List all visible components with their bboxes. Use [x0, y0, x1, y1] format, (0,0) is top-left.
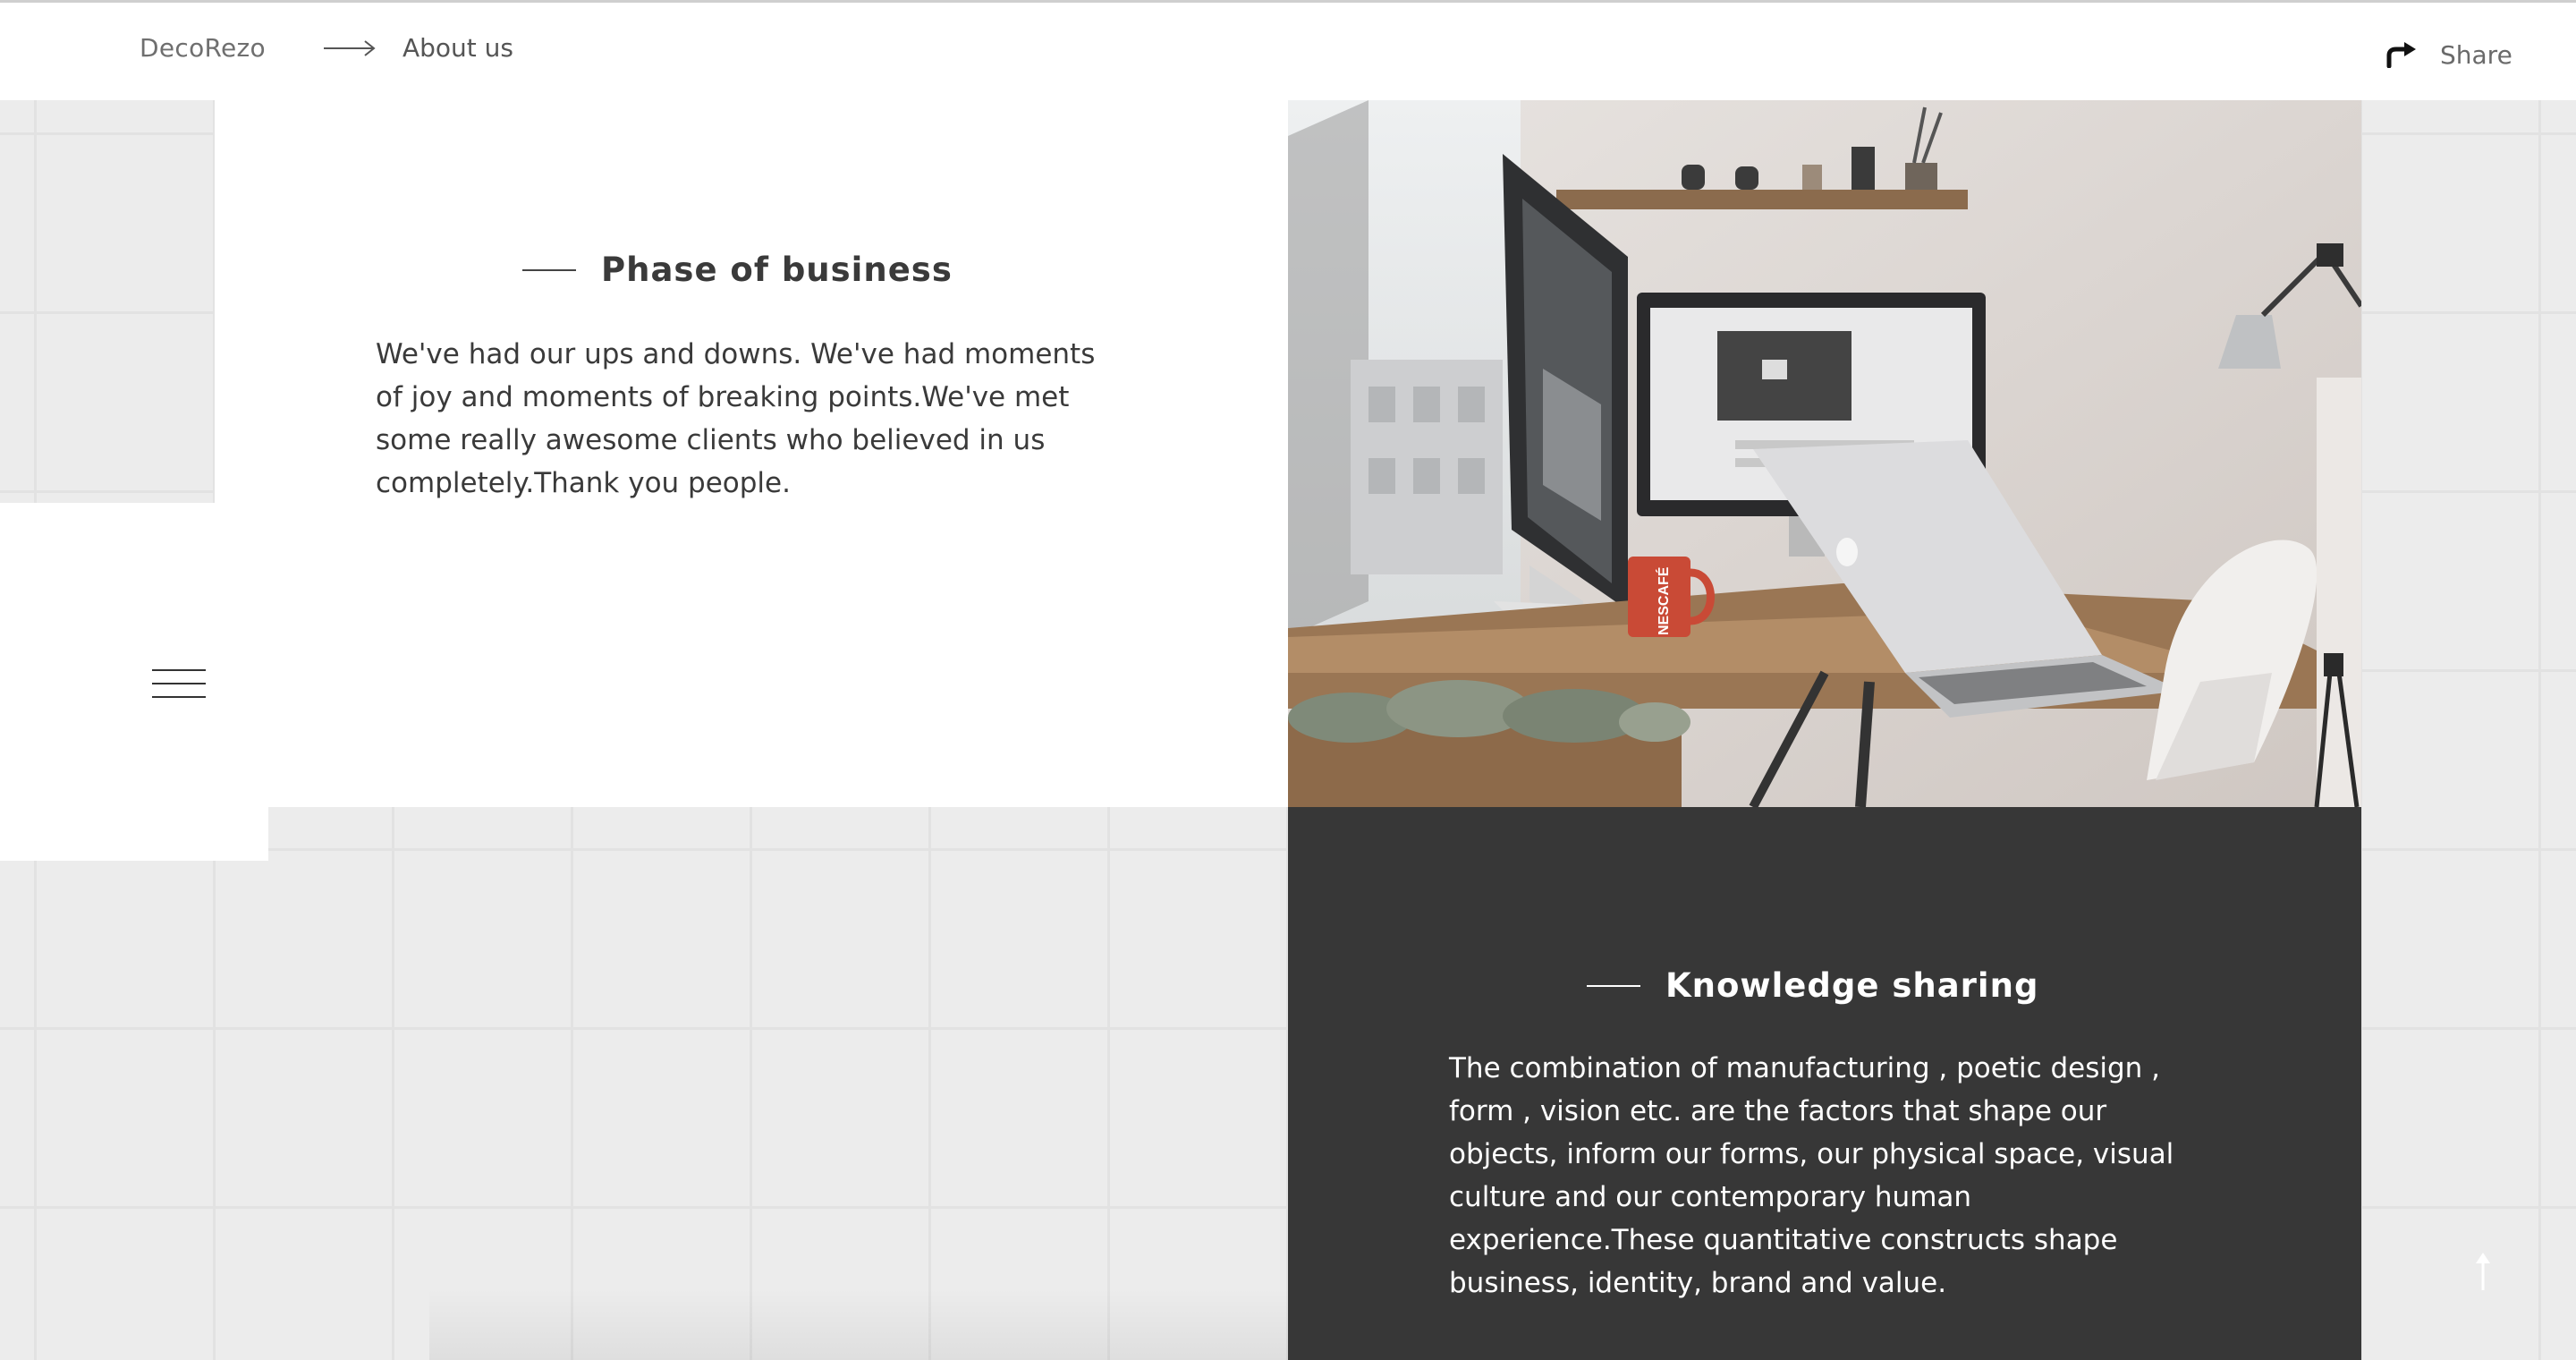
hamburger-menu-icon[interactable] [152, 669, 206, 700]
menu-line [152, 669, 206, 671]
workspace-photo: NESCAFÉ [1288, 100, 2361, 807]
back-to-top-button[interactable] [2470, 1253, 2496, 1292]
menu-line [152, 683, 206, 684]
share-button[interactable]: Share [2386, 35, 2512, 74]
workspace-illustration: NESCAFÉ [1288, 100, 2361, 807]
brand-logo-text[interactable]: DecoRezo [140, 33, 266, 63]
share-label: Share [2440, 39, 2512, 70]
knowledge-sharing-text: The combination of manufacturing , poeti… [1449, 1052, 2174, 1299]
heading-rule [1587, 984, 1640, 987]
phase-of-business-title: Phase of business [601, 251, 953, 289]
arrow-right-icon [324, 40, 376, 56]
phase-of-business-heading: Phase of business [522, 251, 953, 289]
breadcrumb-current-page[interactable]: About us [402, 33, 513, 63]
arrow-up-icon [2476, 1253, 2490, 1290]
menu-line [152, 696, 206, 698]
mug-label: NESCAFÉ [1655, 566, 1672, 635]
menu-tab [0, 503, 268, 861]
knowledge-sharing-heading: Knowledge sharing [1587, 966, 2038, 1005]
heading-rule [522, 268, 576, 271]
bottom-shadow [429, 1288, 1288, 1360]
phase-of-business-text: We've had our ups and downs. We've had m… [376, 338, 1096, 499]
top-navigation-bar: DecoRezo About us Share [0, 0, 2576, 100]
share-arrow-icon [2386, 42, 2416, 68]
knowledge-sharing-title: Knowledge sharing [1665, 966, 2039, 1005]
